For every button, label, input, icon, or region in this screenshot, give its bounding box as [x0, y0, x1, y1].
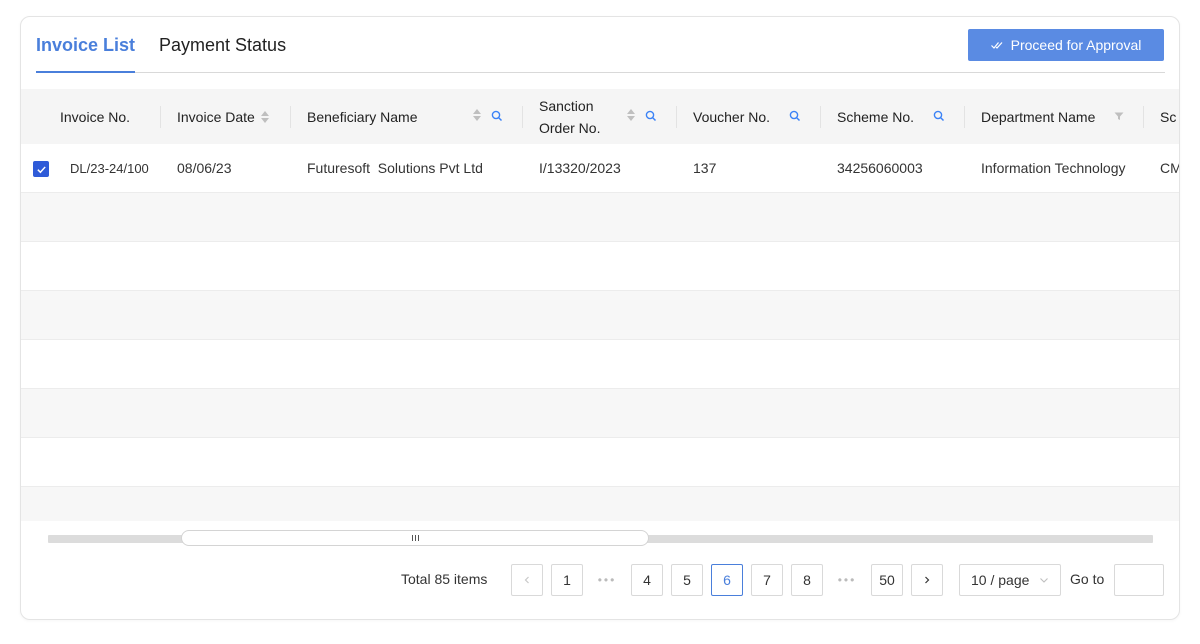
column-divider: [1143, 106, 1144, 128]
col-department-name[interactable]: Department Name: [981, 89, 1095, 144]
empty-row: [21, 242, 1179, 291]
proceed-for-approval-label: Proceed for Approval: [1010, 37, 1142, 53]
sort-icon[interactable]: [627, 109, 635, 121]
goto-page-input[interactable]: [1114, 564, 1164, 596]
search-icon[interactable]: [788, 109, 802, 123]
active-tab-indicator: [36, 71, 135, 73]
cell-department-name: Information Technology: [981, 160, 1126, 176]
empty-row: [21, 340, 1179, 389]
tab-payment-status[interactable]: Payment Status: [159, 35, 286, 56]
page-50[interactable]: 50: [871, 564, 903, 596]
col-scheme-partial: Sc: [1160, 89, 1176, 144]
col-beneficiary-name-label: Beneficiary Name: [307, 108, 418, 125]
checkmark-icon: [36, 165, 46, 173]
search-icon[interactable]: [490, 109, 504, 123]
empty-row: [21, 389, 1179, 438]
jump-next-ellipsis[interactable]: •••: [831, 564, 863, 596]
row-select-checkbox[interactable]: [33, 161, 49, 177]
col-invoice-date-label: Invoice Date: [177, 108, 255, 125]
page-5[interactable]: 5: [671, 564, 703, 596]
column-divider: [160, 106, 161, 128]
chevron-right-icon: [925, 576, 930, 584]
page-8[interactable]: 8: [791, 564, 823, 596]
goto-label: Go to: [1070, 571, 1105, 587]
cell-invoice-no: DL/23-24/100: [70, 160, 149, 176]
page-size-value: 10 / page: [971, 572, 1030, 588]
column-divider: [820, 106, 821, 128]
table-header: Invoice No. Invoice Date Beneficiary Nam…: [21, 89, 1179, 144]
col-invoice-date[interactable]: Invoice Date: [177, 89, 269, 144]
sort-icon[interactable]: [260, 110, 269, 123]
col-invoice-no-label: Invoice No.: [60, 108, 131, 125]
cell-scheme-no: 34256060003: [837, 160, 923, 176]
double-check-icon: [990, 42, 1003, 49]
column-divider: [290, 106, 291, 128]
tab-invoice-list[interactable]: Invoice List: [36, 35, 135, 56]
invoice-card: Invoice List Payment Status Proceed for …: [20, 16, 1180, 620]
page-4[interactable]: 4: [631, 564, 663, 596]
sort-icon[interactable]: [473, 109, 481, 121]
column-divider: [964, 106, 965, 128]
col-scheme-no[interactable]: Scheme No.: [837, 89, 914, 144]
col-invoice-no: Invoice No.: [60, 89, 130, 144]
table-row[interactable]: DL/23-24/100 08/06/23 Futuresoft Solutio…: [21, 144, 1180, 193]
page-6-current[interactable]: 6: [711, 564, 743, 596]
cell-scheme-partial: CM: [1160, 160, 1180, 176]
col-sanction-order-no[interactable]: Sanction Order No.: [539, 89, 600, 144]
cell-voucher-no: 137: [693, 160, 717, 176]
search-icon[interactable]: [644, 109, 658, 123]
col-sanction-order-no-label: Sanction: [539, 97, 594, 114]
col-scheme-partial-label: Sc: [1160, 108, 1177, 125]
grip-icon: [411, 535, 419, 541]
empty-row: [21, 291, 1179, 340]
col-voucher-no[interactable]: Voucher No.: [693, 89, 770, 144]
next-page-button[interactable]: [911, 564, 943, 596]
column-divider: [522, 106, 523, 128]
page-1[interactable]: 1: [551, 564, 583, 596]
column-divider: [676, 106, 677, 128]
total-items: Total 85 items: [401, 571, 488, 587]
filter-icon[interactable]: [1112, 109, 1126, 123]
chevron-left-icon: [524, 576, 529, 584]
col-sanction-order-no-label-2: Order No.: [539, 119, 601, 136]
cell-invoice-date: 08/06/23: [177, 160, 232, 176]
horizontal-scrollbar-thumb[interactable]: [181, 530, 649, 546]
proceed-for-approval-button[interactable]: Proceed for Approval: [968, 29, 1164, 61]
col-voucher-no-label: Voucher No.: [693, 108, 771, 125]
cell-beneficiary-name: Futuresoft Solutions Pvt Ltd: [307, 160, 483, 176]
empty-row: [21, 193, 1179, 242]
empty-row: [21, 438, 1179, 487]
page-7[interactable]: 7: [751, 564, 783, 596]
chevron-down-icon: [1040, 578, 1048, 583]
col-scheme-no-label: Scheme No.: [837, 108, 915, 125]
page-size-select[interactable]: 10 / page: [959, 564, 1061, 596]
empty-row: [21, 487, 1179, 521]
prev-page-button[interactable]: [511, 564, 543, 596]
jump-prev-ellipsis[interactable]: •••: [591, 564, 623, 596]
cell-sanction-order-no: I/13320/2023: [539, 160, 621, 176]
search-icon[interactable]: [932, 109, 946, 123]
col-beneficiary-name[interactable]: Beneficiary Name: [307, 89, 418, 144]
col-department-name-label: Department Name: [981, 108, 1096, 125]
